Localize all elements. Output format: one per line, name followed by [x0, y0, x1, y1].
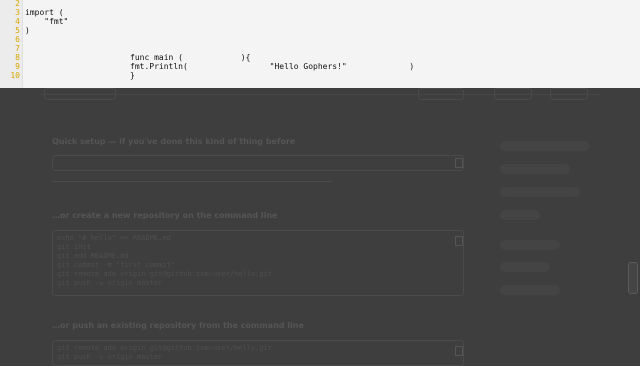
sidebar-item-issues[interactable] — [500, 164, 570, 174]
line-number: 5 — [15, 26, 20, 35]
line-number: 7 — [15, 44, 20, 53]
create-cmd-4: git commit -m "first commit" — [57, 261, 176, 269]
push-cmd-2: git push -u origin master — [57, 353, 163, 361]
copy-url-icon[interactable] — [455, 158, 463, 168]
sidebar-item-pulls[interactable] — [500, 187, 580, 197]
line-number: 6 — [15, 35, 20, 44]
line-number: 4 — [15, 17, 20, 26]
code-line[interactable]: } — [130, 71, 135, 80]
push-cmd-1: git remote add origin git@github.com:use… — [57, 344, 272, 352]
fork-button[interactable] — [550, 88, 588, 100]
line-number: 2 — [15, 0, 20, 8]
code-editor[interactable]: 2 3 4 5 6 7 8 9 10 import ( "fmt" ) func… — [0, 0, 640, 88]
create-repo-heading: …or create a new repository on the comma… — [52, 211, 278, 220]
create-cmd-6: git push -u origin master — [57, 279, 163, 287]
copy-push-icon[interactable] — [455, 346, 463, 356]
line-number-gutter: 2 3 4 5 6 7 8 9 10 — [0, 0, 23, 88]
sidebar-item-wiki[interactable] — [500, 210, 540, 220]
code-line[interactable]: "fmt" — [25, 17, 68, 26]
copy-icon[interactable] — [455, 236, 463, 246]
code-line[interactable]: fmt.Println( "Hello Gophers!" ) — [130, 62, 414, 71]
create-cmd-2: git init — [57, 243, 91, 251]
sidebar-item-settings[interactable] — [500, 285, 560, 295]
quick-setup-heading: Quick setup — if you've done this kind o… — [52, 137, 296, 146]
push-repo-heading: …or push an existing repository from the… — [52, 321, 304, 330]
code-line[interactable]: ) — [25, 26, 30, 35]
line-number: 9 — [15, 62, 20, 71]
code-line[interactable]: import ( — [25, 8, 64, 17]
push-commands-box: git remote add origin git@github.com:use… — [52, 340, 464, 366]
watch-button[interactable] — [418, 88, 464, 100]
repo-path-box — [44, 88, 116, 100]
sidebar-item-pulse[interactable] — [500, 240, 560, 250]
hint-line — [52, 181, 332, 182]
code-line[interactable]: func main ( ){ — [130, 53, 250, 62]
star-button[interactable] — [494, 88, 532, 100]
line-number: 3 — [15, 8, 20, 17]
create-cmd-3: git add README.md — [57, 252, 129, 260]
line-number: 10 — [10, 71, 20, 80]
sidebar-item-graphs[interactable] — [500, 262, 550, 272]
clone-url-field[interactable] — [52, 155, 464, 171]
scrollbar-thumb[interactable] — [628, 262, 638, 294]
create-cmd-5: git remote add origin git@github.com:use… — [57, 270, 272, 278]
line-number: 8 — [15, 53, 20, 62]
create-commands-box: echo "# hello" >> README.md git init git… — [52, 230, 464, 296]
sidebar-item-code[interactable] — [500, 141, 590, 151]
create-cmd-1: echo "# hello" >> README.md — [57, 234, 171, 242]
